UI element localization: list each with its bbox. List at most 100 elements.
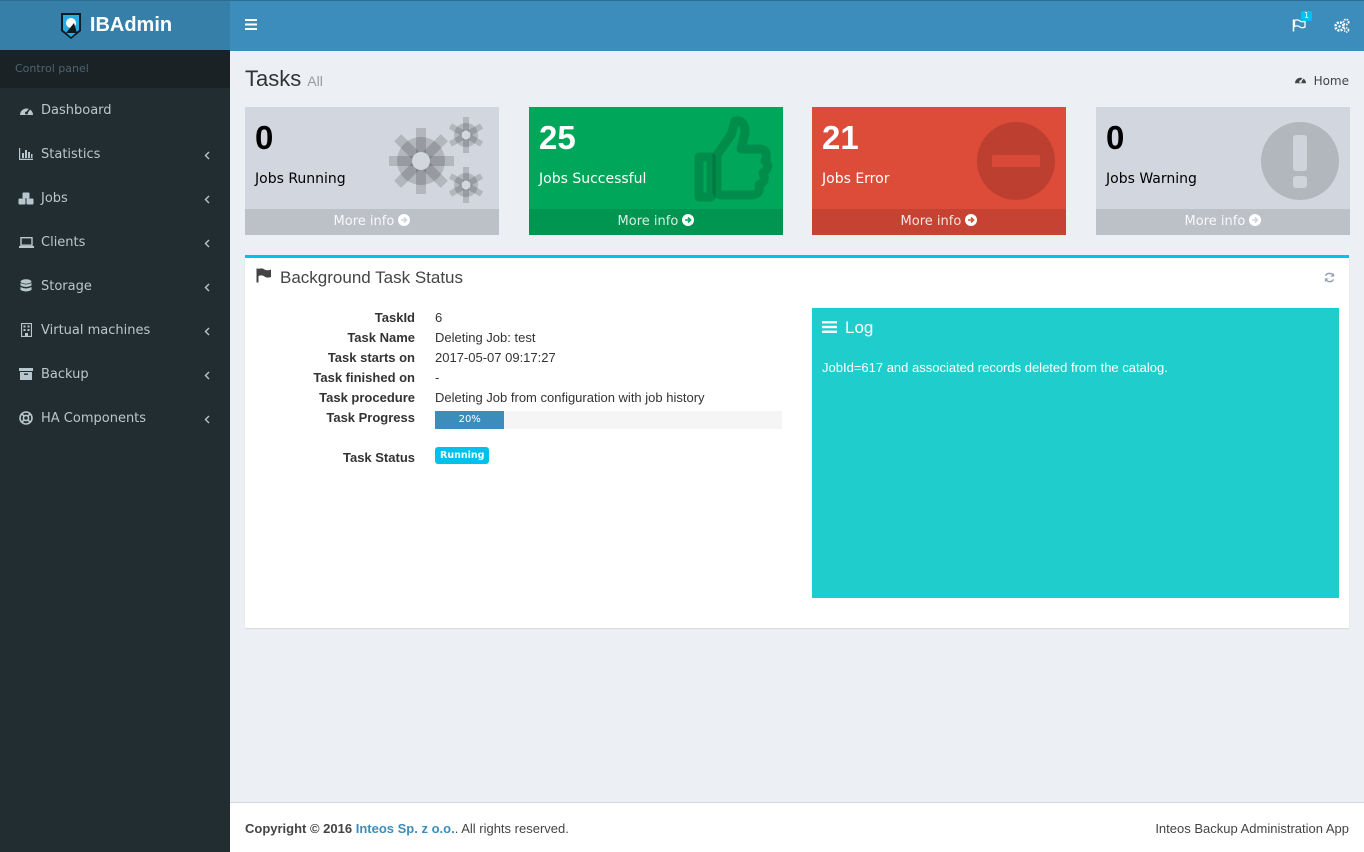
detail-label: Task procedure xyxy=(319,390,415,405)
main-footer: Copyright © 2016 Inteos Sp. z o.o.. All … xyxy=(230,802,1364,852)
log-title-text: Log xyxy=(845,318,874,337)
detail-row-task-progress: Task Progress 20% xyxy=(245,410,785,430)
minus-circle-icon xyxy=(976,115,1056,205)
more-info-link[interactable]: More info xyxy=(812,209,1066,235)
detail-value: 2017-05-07 09:17:27 xyxy=(435,350,556,365)
sidebar-item-ha-components[interactable]: HA Components xyxy=(0,396,230,440)
detail-row-task-procedure: Task procedure Deleting Job from configu… xyxy=(245,390,785,410)
chevron-left-icon xyxy=(204,281,210,296)
more-info-link[interactable]: More info xyxy=(529,209,783,235)
logo-text: IBAdmin xyxy=(89,14,173,36)
detail-row-task-name: Task Name Deleting Job: test xyxy=(245,330,785,350)
breadcrumb-home[interactable]: Home xyxy=(1314,74,1349,88)
exclamation-circle-icon xyxy=(1260,115,1340,205)
settings-gears-icon[interactable] xyxy=(1334,18,1350,37)
chevron-left-icon xyxy=(204,149,210,164)
detail-row-task-finished: Task finished on - xyxy=(245,370,785,390)
sidebar-item-virtual-machines[interactable]: Virtual machines xyxy=(0,308,230,352)
dashboard-icon xyxy=(1294,74,1307,88)
detail-value: - xyxy=(435,370,440,385)
detail-label: Task Progress xyxy=(326,410,415,425)
detail-label: Task finished on xyxy=(313,370,415,385)
sidebar-item-label: Statistics xyxy=(41,146,101,162)
sidebar-item-dashboard[interactable]: Dashboard xyxy=(0,88,230,132)
detail-value: Deleting Job: test xyxy=(435,330,536,345)
stat-label: Jobs Warning xyxy=(1106,171,1197,187)
sidebar-item-label: Backup xyxy=(41,366,89,382)
detail-label: Task Name xyxy=(347,330,415,345)
life-ring-icon xyxy=(18,411,34,425)
stat-box-jobs-running: 0 Jobs Running More info xyxy=(245,107,499,235)
sidebar-item-statistics[interactable]: Statistics xyxy=(0,132,230,176)
arrow-circle-right-icon xyxy=(398,214,411,229)
building-icon xyxy=(18,323,34,337)
detail-label: Task Status xyxy=(342,450,415,465)
log-box: Log JobId=617 and associated records del… xyxy=(812,308,1339,598)
chevron-left-icon xyxy=(204,193,210,208)
status-badge: Running xyxy=(435,447,490,464)
chevron-left-icon xyxy=(204,325,210,340)
archive-icon xyxy=(18,368,34,380)
background-task-panel: Background Task Status TaskId 6 Task Nam… xyxy=(245,255,1349,628)
stat-label: Jobs Successful xyxy=(539,171,647,187)
page-subtitle: All xyxy=(307,73,323,89)
bars-icon xyxy=(822,318,837,338)
company-link[interactable]: Inteos Sp. z o.o. xyxy=(356,821,455,836)
chevron-left-icon xyxy=(204,413,210,428)
bar-chart-icon xyxy=(18,148,34,160)
progress-fill: 20% xyxy=(435,411,505,429)
detail-row-taskid: TaskId 6 xyxy=(245,310,785,330)
cubes-icon xyxy=(18,192,34,205)
more-info-text: More info xyxy=(1184,214,1246,229)
arrow-circle-right-icon xyxy=(682,214,695,229)
more-info-link[interactable]: More info xyxy=(1096,209,1350,235)
stat-box-jobs-error: 21 Jobs Error More info xyxy=(812,107,1066,235)
stat-value: 0 xyxy=(255,119,274,156)
app-logo[interactable]: IBAdmin xyxy=(0,0,230,50)
sidebar-item-label: HA Components xyxy=(41,410,147,426)
sidebar-toggle-hamburger-icon[interactable] xyxy=(245,19,257,34)
stat-value: 21 xyxy=(822,119,859,156)
log-text: JobId=617 and associated records deleted… xyxy=(822,360,1168,375)
refresh-icon[interactable] xyxy=(1324,272,1335,287)
log-title: Log xyxy=(822,318,873,338)
sidebar-item-clients[interactable]: Clients xyxy=(0,220,230,264)
dashboard-icon xyxy=(18,104,34,117)
detail-value: 6 xyxy=(435,310,443,325)
copyright-suffix: . All rights reserved. xyxy=(454,821,569,836)
page-title-text: Tasks xyxy=(245,66,302,91)
stat-label: Jobs Error xyxy=(822,171,890,187)
copyright: Copyright © 2016 Inteos Sp. z o.o.. All … xyxy=(245,821,569,836)
sidebar-item-label: Clients xyxy=(41,234,86,250)
breadcrumb[interactable]: Home xyxy=(1294,74,1349,88)
notifications-flag-icon[interactable]: 1 xyxy=(1292,11,1313,36)
arrow-circle-right-icon xyxy=(965,214,978,229)
sidebar-item-backup[interactable]: Backup xyxy=(0,352,230,396)
sidebar-item-storage[interactable]: Storage xyxy=(0,264,230,308)
gears-icon xyxy=(388,115,489,211)
detail-label: TaskId xyxy=(374,310,415,325)
sidebar-item-jobs[interactable]: Jobs xyxy=(0,176,230,220)
detail-label: Task starts on xyxy=(327,350,415,365)
more-info-text: More info xyxy=(617,214,679,229)
flag-icon xyxy=(256,268,272,288)
database-icon xyxy=(18,279,34,293)
stat-label: Jobs Running xyxy=(255,171,346,187)
chevron-left-icon xyxy=(204,369,210,384)
thumbs-up-icon xyxy=(693,115,773,207)
copyright-prefix: Copyright © 2016 xyxy=(245,821,353,836)
chevron-left-icon xyxy=(204,237,210,252)
app-name: Inteos Backup Administration App xyxy=(1155,821,1349,836)
stat-boxes: 0 Jobs Running More info 25 Jobs Success… xyxy=(245,107,1350,235)
sidebar-item-label: Jobs xyxy=(41,190,68,206)
detail-row-task-starts: Task starts on 2017-05-07 09:17:27 xyxy=(245,350,785,370)
panel-title-text: Background Task Status xyxy=(280,268,464,287)
sidebar-item-label: Dashboard xyxy=(41,102,112,118)
stat-value: 25 xyxy=(539,119,576,156)
notifications-badge: 1 xyxy=(1301,11,1313,21)
page-title: Tasks All xyxy=(245,66,323,92)
more-info-link[interactable]: More info xyxy=(245,209,499,235)
more-info-text: More info xyxy=(333,214,395,229)
laptop-icon xyxy=(18,236,34,248)
arrow-circle-right-icon xyxy=(1249,214,1262,229)
